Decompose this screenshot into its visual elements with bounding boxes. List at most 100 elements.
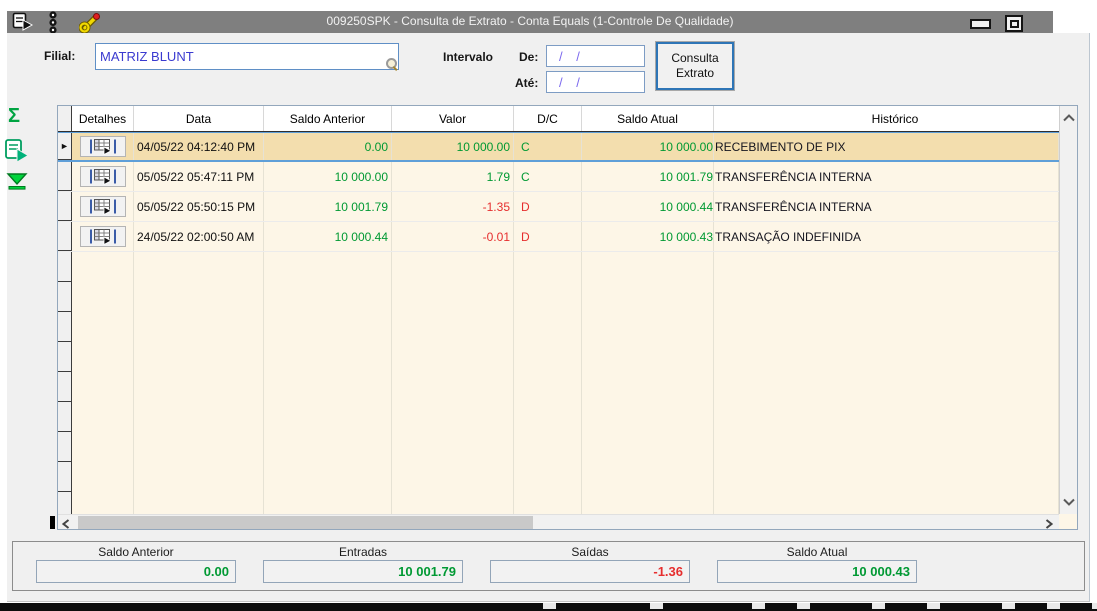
table-row[interactable]: ► 04/05/22 04:12:40 PM 0.00 10 000.00 C … — [58, 132, 1059, 162]
row-selector-cell[interactable] — [58, 282, 72, 312]
valor-cell[interactable]: 10 000.00 — [392, 133, 514, 160]
row-selector-cell[interactable]: ► — [58, 133, 72, 160]
saldo-anterior-cell[interactable]: 0.00 — [264, 133, 392, 160]
scroll-up-icon[interactable] — [1063, 111, 1075, 125]
summary-value: -1.36 — [490, 560, 690, 583]
table-body: ► 04/05/22 04:12:40 PM 0.00 10 000.00 C … — [58, 132, 1059, 514]
historico-cell[interactable]: RECEBIMENTO DE PIX — [714, 133, 1059, 160]
historico-cell[interactable]: TRANSFERÊNCIA INTERNA — [714, 162, 1059, 191]
scroll-down-icon[interactable] — [1063, 495, 1075, 509]
column-header-dc[interactable]: D/C — [514, 106, 582, 131]
summary-field: Saldo Anterior 0.00 — [36, 545, 236, 583]
historico-cell[interactable]: TRANSAÇÃO INDEFINIDA — [714, 222, 1059, 251]
summary-field: Saldo Atual 10 000.43 — [717, 545, 917, 583]
consulta-extrato-button[interactable]: Consulta Extrato — [655, 41, 735, 91]
summary-value: 10 001.79 — [263, 560, 463, 583]
filial-input[interactable] — [95, 43, 399, 70]
grid-edge-mark — [50, 516, 55, 529]
valor-cell[interactable]: -1.35 — [392, 192, 514, 221]
row-selector-cell[interactable] — [58, 312, 72, 342]
valor-cell[interactable]: 1.79 — [392, 162, 514, 191]
dc-cell[interactable]: D — [514, 222, 582, 251]
row-selector-cell[interactable] — [58, 222, 72, 251]
row-selector-cell[interactable] — [58, 372, 72, 402]
dc-cell[interactable]: C — [514, 162, 582, 191]
minimize-button[interactable] — [970, 19, 991, 29]
details-cell — [72, 162, 134, 191]
horizontal-scroll-thumb[interactable] — [78, 516, 533, 529]
row-selector-cell[interactable] — [58, 162, 72, 191]
horizontal-scrollbar[interactable] — [58, 514, 1059, 529]
summary-label: Saídas — [571, 545, 609, 559]
details-button[interactable] — [79, 136, 126, 157]
summary-fields: Saldo Anterior 0.00 Entradas 10 001.79 S… — [13, 542, 1084, 583]
column-header-valor[interactable]: Valor — [392, 106, 514, 131]
summary-panel: Saldo Anterior 0.00 Entradas 10 001.79 S… — [12, 541, 1085, 591]
ate-label: Até: — [515, 76, 539, 90]
date-cell[interactable]: 24/05/22 02:00:50 AM — [134, 222, 264, 251]
maximize-button[interactable] — [1005, 15, 1023, 32]
row-selector-cell[interactable] — [58, 462, 72, 492]
filter-icon[interactable] — [6, 173, 28, 195]
table-row[interactable]: 24/05/22 02:00:50 AM 10 000.44 -0.01 D 1… — [58, 222, 1059, 252]
extrato-table: Detalhes Data Saldo Anterior Valor D/C S… — [57, 105, 1078, 530]
table-row[interactable]: 05/05/22 05:47:11 PM 10 000.00 1.79 C 10… — [58, 162, 1059, 192]
column-header-data[interactable]: Data — [134, 106, 264, 131]
vertical-scrollbar[interactable] — [1059, 106, 1077, 514]
details-button[interactable] — [79, 196, 126, 217]
summary-label: Saldo Anterior — [98, 545, 174, 559]
saldo-anterior-cell[interactable]: 10 000.44 — [264, 222, 392, 251]
de-date-input[interactable] — [546, 45, 645, 67]
saldo-anterior-cell[interactable]: 10 000.00 — [264, 162, 392, 191]
historico-cell[interactable]: TRANSFERÊNCIA INTERNA — [714, 192, 1059, 221]
row-selector-cell[interactable] — [58, 402, 72, 432]
scrollbar-corner — [1059, 514, 1077, 529]
scroll-left-icon[interactable] — [61, 518, 70, 532]
row-selector-cell[interactable] — [58, 432, 72, 462]
row-selector-cell[interactable] — [58, 342, 72, 372]
dc-cell[interactable]: D — [514, 192, 582, 221]
scroll-right-icon[interactable] — [1045, 518, 1054, 532]
table-row[interactable]: 05/05/22 05:50:15 PM 10 001.79 -1.35 D 1… — [58, 192, 1059, 222]
details-grid-icon — [89, 169, 116, 185]
filial-label: Filial: — [44, 49, 76, 63]
column-header-saldo-anterior[interactable]: Saldo Anterior — [264, 106, 392, 131]
de-label: De: — [519, 50, 539, 64]
row-selector-cell[interactable] — [58, 252, 72, 282]
row-selector-cell[interactable] — [58, 492, 72, 514]
details-button[interactable] — [79, 166, 126, 187]
saldo-atual-cell[interactable]: 10 000.44 — [582, 192, 714, 221]
details-grid-icon — [89, 229, 116, 245]
magnifier-icon[interactable] — [386, 58, 398, 71]
summary-field: Entradas 10 001.79 — [263, 545, 463, 583]
export-document-icon[interactable] — [4, 138, 30, 167]
background-window-edge — [0, 603, 1097, 611]
column-header-historico[interactable]: Histórico — [714, 106, 1077, 131]
details-grid-icon — [89, 199, 116, 215]
details-button[interactable] — [79, 226, 126, 247]
details-cell — [72, 222, 134, 251]
summary-value: 10 000.43 — [717, 560, 917, 583]
saldo-anterior-cell[interactable]: 10 001.79 — [264, 192, 392, 221]
saldo-atual-cell[interactable]: 10 000.43 — [582, 222, 714, 251]
intervalo-label: Intervalo — [443, 50, 494, 64]
date-cell[interactable]: 04/05/22 04:12:40 PM — [134, 133, 264, 160]
saldo-atual-cell[interactable]: 10 001.79 — [582, 162, 714, 191]
saldo-atual-cell[interactable]: 10 000.00 — [582, 133, 714, 160]
sum-icon[interactable]: Σ — [8, 105, 20, 127]
summary-field: Saídas -1.36 — [490, 545, 690, 583]
table-empty-area — [58, 252, 1059, 514]
date-cell[interactable]: 05/05/22 05:47:11 PM — [134, 162, 264, 191]
valor-cell[interactable]: -0.01 — [392, 222, 514, 251]
row-selector-cell[interactable] — [58, 192, 72, 221]
ate-date-input[interactable] — [546, 71, 645, 93]
column-header-detalhes[interactable]: Detalhes — [72, 106, 134, 131]
table-header-row: Detalhes Data Saldo Anterior Valor D/C S… — [58, 106, 1077, 132]
summary-label: Entradas — [338, 545, 388, 559]
header-corner-cell — [58, 106, 72, 131]
titlebar[interactable]: 009250SPK - Consulta de Extrato - Conta … — [7, 11, 1053, 34]
dc-cell[interactable]: C — [514, 133, 582, 160]
date-cell[interactable]: 05/05/22 05:50:15 PM — [134, 192, 264, 221]
details-cell — [72, 192, 134, 221]
column-header-saldo-atual[interactable]: Saldo Atual — [582, 106, 714, 131]
